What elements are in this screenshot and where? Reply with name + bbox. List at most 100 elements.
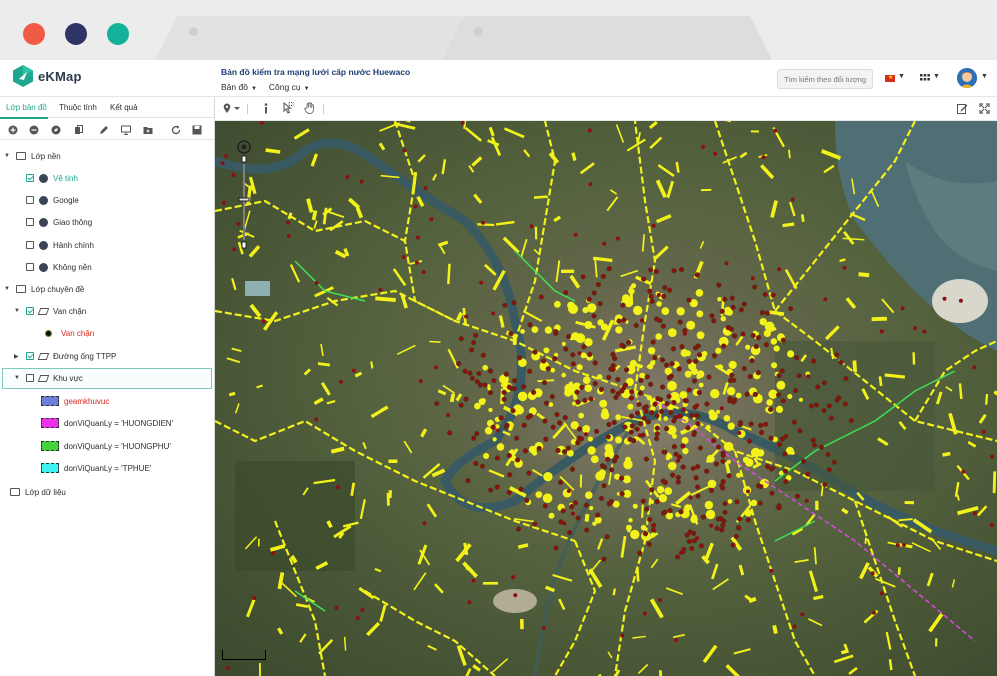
valve-point[interactable]	[550, 424, 556, 430]
valve-point[interactable]	[530, 389, 537, 395]
valve-point[interactable]	[619, 491, 625, 497]
valve-point[interactable]	[463, 396, 469, 402]
valve-point[interactable]	[481, 220, 485, 225]
valve-point[interactable]	[656, 293, 661, 297]
valve-point[interactable]	[561, 449, 568, 455]
valve-point[interactable]	[270, 551, 275, 556]
layer-checkbox[interactable]	[26, 241, 34, 249]
valve-point[interactable]	[620, 633, 625, 638]
valve-point[interactable]	[565, 445, 572, 451]
valve-point[interactable]	[642, 531, 649, 537]
valve-point[interactable]	[670, 346, 677, 352]
valve-point[interactable]	[286, 233, 291, 238]
valve-point[interactable]	[726, 473, 732, 479]
valve-point[interactable]	[470, 340, 477, 346]
layer-traffic[interactable]: Giao thông	[26, 213, 92, 231]
valve-point[interactable]	[647, 381, 654, 387]
valve-point[interactable]	[355, 616, 360, 621]
valve-point[interactable]	[680, 407, 687, 413]
valve-point[interactable]	[828, 415, 834, 421]
valve-point[interactable]	[689, 545, 695, 552]
valve-point[interactable]	[338, 379, 343, 384]
valve-point[interactable]	[602, 241, 607, 246]
valve-point[interactable]	[669, 361, 675, 367]
valve-point[interactable]	[651, 522, 657, 529]
valve-point[interactable]	[808, 403, 815, 409]
valve-point[interactable]	[562, 521, 567, 526]
valve-point[interactable]	[826, 403, 832, 409]
valve-point[interactable]	[652, 401, 658, 407]
valve-point[interactable]	[801, 458, 807, 464]
valve-point[interactable]	[629, 423, 635, 429]
valve-point[interactable]	[576, 426, 583, 432]
valve-point[interactable]	[675, 479, 681, 485]
valve-point[interactable]	[633, 322, 639, 329]
browser-tab[interactable]	[155, 16, 485, 60]
valve-point[interactable]	[584, 527, 590, 533]
valve-point[interactable]	[521, 422, 527, 428]
valve-point[interactable]	[259, 121, 264, 125]
valve-point[interactable]	[972, 365, 977, 370]
valve-point[interactable]	[506, 452, 512, 459]
valve-point[interactable]	[825, 451, 831, 458]
valve-point[interactable]	[636, 401, 642, 408]
valve-point[interactable]	[465, 477, 471, 484]
valve-point[interactable]	[261, 319, 266, 324]
valve-point[interactable]	[704, 468, 710, 474]
valve-point[interactable]	[870, 571, 875, 576]
valve-point[interactable]	[224, 154, 229, 159]
valve-point[interactable]	[732, 397, 738, 403]
valve-point[interactable]	[582, 397, 588, 403]
avatar[interactable]	[957, 68, 977, 88]
layer-checkbox[interactable]	[26, 174, 34, 182]
valve-point[interactable]	[740, 331, 746, 337]
valve-point[interactable]	[314, 281, 319, 285]
location-pin-icon[interactable]	[223, 103, 241, 114]
valve-point[interactable]	[570, 361, 576, 367]
valve-point[interactable]	[689, 412, 695, 419]
valve-point[interactable]	[634, 426, 640, 432]
valve-point[interactable]	[709, 523, 714, 528]
valve-point[interactable]	[648, 293, 654, 300]
valve-point[interactable]	[642, 611, 647, 616]
layer-checkbox[interactable]	[26, 374, 34, 382]
valve-point[interactable]	[351, 368, 356, 373]
valve-point[interactable]	[490, 424, 496, 430]
valve-point[interactable]	[661, 449, 667, 455]
valve-point[interactable]	[722, 509, 728, 516]
valve-point[interactable]	[231, 173, 236, 177]
valve-point[interactable]	[698, 543, 705, 549]
valve-point[interactable]	[761, 155, 766, 160]
valve-point[interactable]	[695, 403, 700, 408]
valve-point[interactable]	[782, 468, 789, 474]
valve-point[interactable]	[693, 412, 700, 418]
valve-point[interactable]	[682, 331, 687, 336]
valve-point[interactable]	[479, 280, 484, 285]
valve-point[interactable]	[510, 408, 516, 414]
valve-point[interactable]	[763, 342, 769, 348]
valve-point[interactable]	[491, 377, 497, 384]
valve-point[interactable]	[727, 377, 734, 384]
valve-point[interactable]	[604, 534, 610, 540]
valve-point[interactable]	[750, 332, 756, 339]
valve-point[interactable]	[810, 358, 817, 364]
valve-point[interactable]	[570, 352, 576, 358]
valve-point[interactable]	[480, 352, 486, 358]
valve-point[interactable]	[752, 284, 758, 290]
presentation-icon[interactable]	[121, 125, 131, 135]
valve-point[interactable]	[749, 358, 755, 364]
valve-point[interactable]	[514, 457, 521, 463]
valve-point[interactable]	[623, 367, 630, 373]
valve-point[interactable]	[736, 525, 742, 531]
caret-down-icon[interactable]: ▼	[14, 375, 21, 381]
valve-point[interactable]	[641, 405, 648, 411]
valve-point[interactable]	[668, 409, 674, 416]
refresh-icon[interactable]	[171, 125, 181, 135]
valve-point[interactable]	[659, 384, 666, 390]
valve-point[interactable]	[796, 373, 802, 379]
pan-hand-icon[interactable]	[304, 102, 315, 114]
valve-point[interactable]	[491, 311, 496, 316]
valve-point[interactable]	[678, 266, 685, 273]
valve-point[interactable]	[686, 387, 692, 393]
layer-pipes[interactable]: ▶ Đường ống TTPP	[14, 347, 116, 365]
